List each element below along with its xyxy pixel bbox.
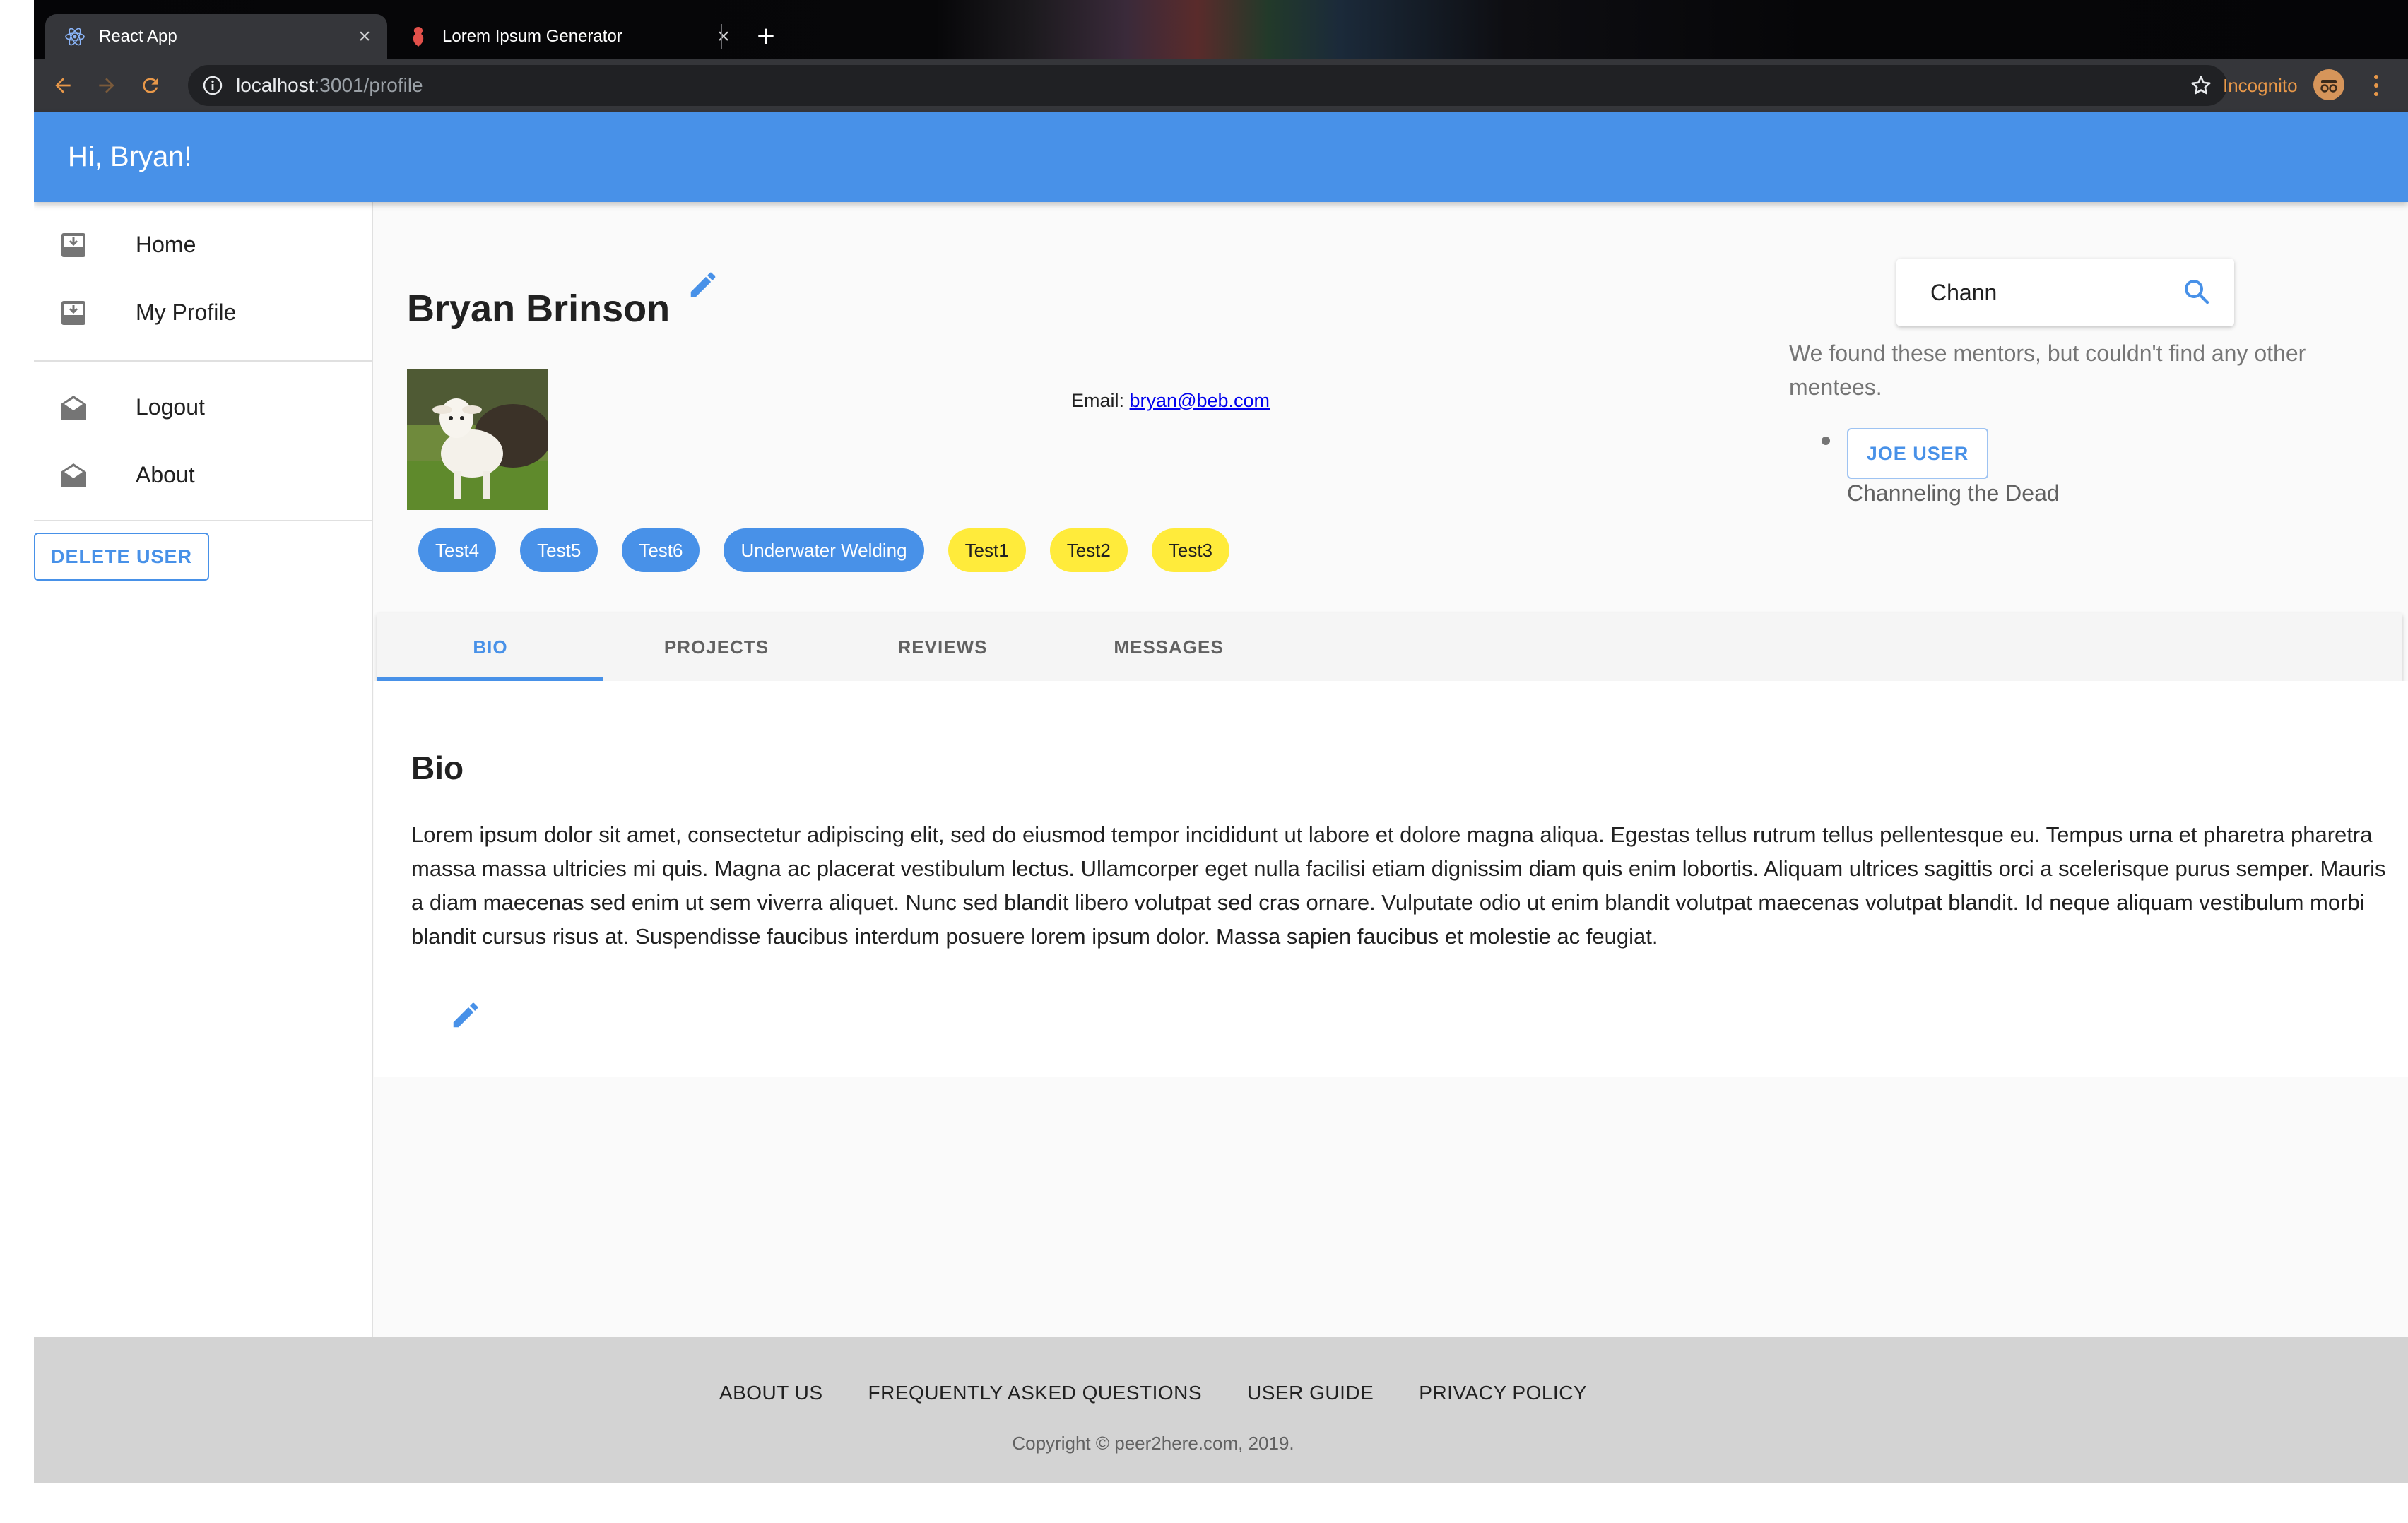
bio-text: Lorem ipsum dolor sit amet, consectetur …: [411, 822, 2386, 949]
tab-strip: React App × Lorem Ipsum Generator × +: [34, 0, 2408, 59]
skill-chips: Test4 Test5 Test6 Underwater Welding Tes…: [418, 528, 1230, 572]
mentor-subtitle: Channeling the Dead: [1847, 480, 2060, 506]
tab-bio[interactable]: BIO: [377, 613, 603, 681]
sidebar-item-label: Logout: [136, 393, 205, 420]
sidebar-item-home[interactable]: Home: [34, 211, 372, 278]
browser-tab-react-app[interactable]: React App ×: [45, 14, 387, 59]
mail-open-icon: [59, 394, 88, 421]
profile-avatar: [407, 369, 548, 510]
sidebar-item-my-profile[interactable]: My Profile: [34, 278, 372, 346]
copyright-text: Copyright © peer2here.com, 2019.: [1012, 1433, 1294, 1454]
delete-user-button[interactable]: DELETE USER: [34, 533, 209, 581]
browser-window: React App × Lorem Ipsum Generator × + lo: [34, 0, 2408, 1483]
tab-separator: [721, 24, 722, 49]
search-icon[interactable]: [2180, 275, 2214, 309]
footer-link-user-guide[interactable]: USER GUIDE: [1247, 1382, 1374, 1404]
email-link[interactable]: bryan@beb.com: [1130, 390, 1270, 411]
email-line: Email: bryan@beb.com: [1071, 390, 1270, 412]
edit-pencil-icon[interactable]: [449, 999, 482, 1031]
tab-projects[interactable]: PROJECTS: [603, 613, 830, 681]
sidebar-item-label: Home: [136, 231, 196, 257]
sidebar-item-label: About: [136, 461, 195, 487]
skill-chip[interactable]: Underwater Welding: [724, 528, 924, 572]
close-tab-icon[interactable]: ×: [350, 25, 379, 49]
mail-open-icon: [59, 462, 88, 489]
browser-tab-lorem-ipsum[interactable]: Lorem Ipsum Generator ×: [389, 14, 746, 59]
bio-heading: Bio: [411, 749, 464, 786]
chrome-menu-icon[interactable]: [2366, 69, 2387, 102]
tab-reviews[interactable]: REVIEWS: [830, 613, 1056, 681]
url-text: localhost:3001/profile: [236, 74, 423, 96]
profile-name: Bryan Brinson: [407, 288, 671, 330]
info-icon[interactable]: [202, 75, 223, 96]
inbox-download-icon: [59, 300, 88, 326]
footer-links: ABOUT US FREQUENTLY ASKED QUESTIONS USER…: [34, 1382, 2340, 1404]
sidebar-item-logout[interactable]: Logout: [34, 373, 372, 441]
footer-link-about-us[interactable]: ABOUT US: [719, 1382, 823, 1404]
drawer-divider: [34, 360, 372, 362]
back-icon[interactable]: [42, 65, 83, 106]
lorem-favicon-icon: [407, 25, 430, 48]
address-bar[interactable]: localhost:3001/profile: [188, 65, 2227, 106]
greeting-title: Hi, Bryan!: [68, 141, 192, 172]
reload-icon[interactable]: [130, 65, 171, 106]
incognito-label: Incognito: [2223, 75, 2298, 96]
sidebar-item-about[interactable]: About: [34, 441, 372, 509]
footer-link-privacy-policy[interactable]: PRIVACY POLICY: [1419, 1382, 1587, 1404]
tab-messages[interactable]: MESSAGES: [1056, 613, 1282, 681]
react-logo-icon: [64, 25, 86, 48]
side-drawer: Home My Profile Logout About DELETE USER: [34, 202, 373, 1337]
tab-title: React App: [99, 27, 177, 46]
search-value: Chann: [1930, 280, 1997, 305]
browser-toolbar: localhost:3001/profile: [34, 59, 2408, 112]
skill-chip[interactable]: Test3: [1151, 528, 1230, 572]
skill-chip[interactable]: Test1: [948, 528, 1026, 572]
search-result-text: We found these mentors, but couldn't fin…: [1789, 340, 2306, 400]
inbox-download-icon: [59, 232, 88, 259]
sidebar-item-label: My Profile: [136, 299, 237, 325]
footer-link-faq[interactable]: FREQUENTLY ASKED QUESTIONS: [868, 1382, 1203, 1404]
incognito-icon[interactable]: [2313, 69, 2344, 100]
new-tab-button[interactable]: +: [743, 14, 789, 59]
skill-chip[interactable]: Test6: [622, 528, 700, 572]
list-bullet: [1822, 437, 1830, 445]
email-label: Email:: [1071, 390, 1125, 411]
profile-tabs: BIO PROJECTS REVIEWS MESSAGES: [377, 613, 2402, 681]
mentor-button[interactable]: JOE USER: [1847, 428, 1988, 479]
mentor-search-input[interactable]: Chann: [1896, 259, 2234, 326]
close-tab-icon[interactable]: ×: [709, 25, 738, 49]
skill-chip[interactable]: Test4: [418, 528, 497, 572]
forward-icon[interactable]: [86, 65, 127, 106]
skill-chip[interactable]: Test2: [1049, 528, 1128, 572]
skill-chip[interactable]: Test5: [520, 528, 598, 572]
edit-pencil-icon[interactable]: [687, 268, 719, 301]
bio-panel: Bio Lorem ipsum dolor sit amet, consecte…: [374, 681, 2408, 1077]
app-bar: Hi, Bryan!: [34, 112, 2408, 202]
bookmark-star-icon[interactable]: [2189, 73, 2213, 97]
tab-title: Lorem Ipsum Generator: [442, 27, 622, 46]
drawer-divider: [34, 520, 372, 521]
footer: ABOUT US FREQUENTLY ASKED QUESTIONS USER…: [34, 1337, 2408, 1483]
